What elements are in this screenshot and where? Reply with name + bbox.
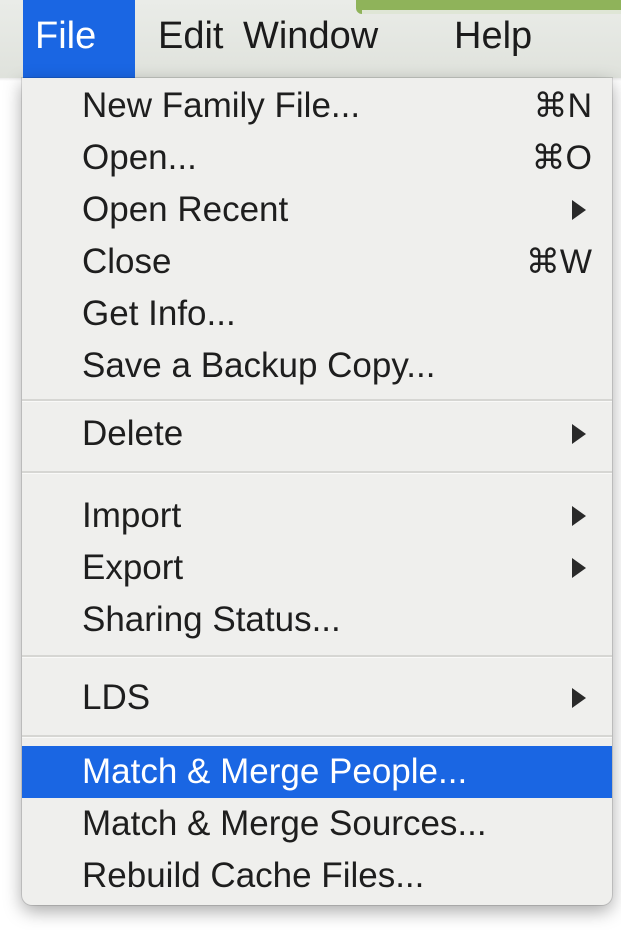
menu-item-close[interactable]: Close ⌘W — [22, 236, 612, 288]
menu-item-label: Match & Merge Sources... — [82, 804, 487, 843]
menu-item-sharing-status[interactable]: Sharing Status... — [22, 594, 612, 646]
menu-item-label: Rebuild Cache Files... — [82, 856, 425, 895]
menu-separator — [22, 735, 612, 738]
submenu-arrow-icon — [572, 506, 586, 526]
menu-item-open[interactable]: Open... ⌘O — [22, 132, 612, 184]
submenu-arrow-icon — [572, 424, 586, 444]
menu-edit[interactable]: Edit — [158, 0, 223, 78]
menu-item-rebuild-cache-files[interactable]: Rebuild Cache Files... — [22, 850, 612, 902]
menu-item-new-family-file[interactable]: New Family File... ⌘N — [22, 80, 612, 132]
menu-item-match-merge-sources[interactable]: Match & Merge Sources... — [22, 798, 612, 850]
menu-item-label: Open... — [82, 138, 197, 177]
menu-bar: File Edit Window Help — [0, 0, 621, 78]
menu-item-label: Import — [82, 496, 182, 535]
menu-item-label: LDS — [82, 678, 151, 717]
menu-item-label: Export — [82, 548, 184, 587]
menu-item-label: Close — [82, 242, 172, 281]
menu-separator — [22, 471, 612, 474]
menu-item-label: Match & Merge People... — [82, 752, 468, 791]
menu-item-save-backup-copy[interactable]: Save a Backup Copy... — [22, 340, 612, 392]
menu-item-get-info[interactable]: Get Info... — [22, 288, 612, 340]
shortcut-label: ⌘W — [525, 243, 592, 281]
menu-help[interactable]: Help — [454, 0, 532, 78]
menu-item-label: Sharing Status... — [82, 600, 341, 639]
menu-window[interactable]: Window — [243, 0, 378, 78]
menu-item-match-merge-people[interactable]: Match & Merge People... — [22, 746, 612, 798]
menu-separator — [22, 399, 612, 402]
submenu-arrow-icon — [572, 558, 586, 578]
submenu-arrow-icon — [572, 688, 586, 708]
menu-item-label: Get Info... — [82, 294, 236, 333]
menu-item-label: New Family File... — [82, 86, 361, 125]
menu-item-label: Save a Backup Copy... — [82, 346, 436, 385]
menu-item-import[interactable]: Import — [22, 490, 612, 542]
menu-item-open-recent[interactable]: Open Recent — [22, 184, 612, 236]
menu-item-lds[interactable]: LDS — [22, 672, 612, 724]
menu-item-export[interactable]: Export — [22, 542, 612, 594]
screen: File Edit Window Help New Family File...… — [0, 0, 621, 930]
menu-item-label: Open Recent — [82, 190, 289, 229]
menu-file[interactable]: File — [23, 0, 135, 78]
submenu-arrow-icon — [572, 200, 586, 220]
shortcut-label: ⌘N — [533, 87, 592, 125]
file-menu-dropdown: New Family File... ⌘N Open... ⌘O Open Re… — [22, 78, 612, 905]
menu-item-delete[interactable]: Delete — [22, 408, 612, 460]
shortcut-label: ⌘O — [531, 139, 592, 177]
menu-separator — [22, 655, 612, 658]
menu-item-label: Delete — [82, 414, 184, 453]
